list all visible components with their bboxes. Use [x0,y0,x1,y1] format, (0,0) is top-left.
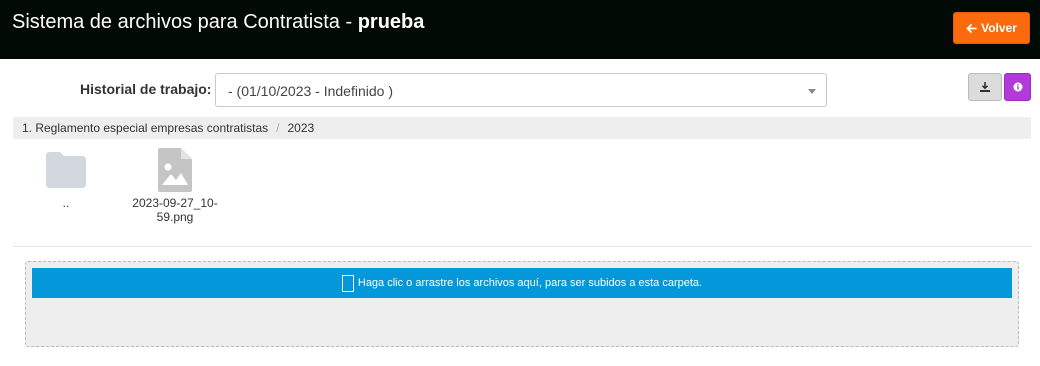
download-button[interactable] [968,73,1002,101]
dropzone-text: Haga clic o arrastre los archivos aquí, … [357,277,703,289]
file-item-image[interactable]: 2023-09-27_10- 59.png [125,148,225,224]
file-item-parent-folder[interactable]: .. [26,150,106,210]
download-icon [980,82,990,92]
page-title-prefix: Sistema de archivos para Contratista - [12,11,358,33]
breadcrumb-item-reglamento[interactable]: 1. Reglamento especial empresas contrati… [22,121,268,135]
history-label: Historial de trabajo: [80,81,212,97]
history-select-value: - (01/10/2023 - Indefinido ) [228,83,393,99]
page-title-contractor: prueba [357,11,425,33]
info-icon [1013,82,1022,92]
image-file-icon [158,148,192,192]
folder-icon [46,152,86,188]
breadcrumb-separator: / [276,121,280,135]
divider [13,246,1031,247]
upload-dropzone[interactable]: Haga clic o arrastre los archivos aquí, … [25,261,1019,347]
breadcrumb: 1. Reglamento especial empresas contrati… [13,117,1031,139]
checkbox-icon [341,274,354,292]
back-button[interactable]: Volver [953,12,1030,44]
chevron-down-icon [808,89,816,94]
breadcrumb-item-2023[interactable]: 2023 [287,121,314,135]
file-name: .. [62,196,70,210]
info-button[interactable] [1004,73,1031,101]
app-header: Sistema de archivos para Contratista - p… [0,0,1040,59]
history-select[interactable]: - (01/10/2023 - Indefinido ) [215,73,827,107]
dropzone-message-bar: Haga clic o arrastre los archivos aquí, … [32,268,1012,298]
file-name: 2023-09-27_10- 59.png [132,196,218,224]
page-title: Sistema de archivos para Contratista - p… [12,10,424,34]
arrow-left-icon [966,23,977,33]
back-button-label: Volver [981,21,1017,35]
